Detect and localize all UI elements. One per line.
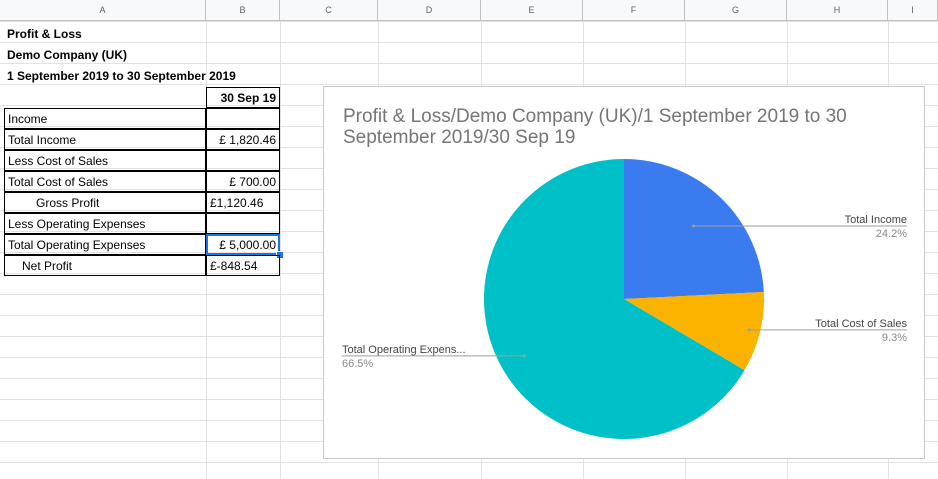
cell-header-date[interactable]: 30 Sep 19: [206, 87, 280, 108]
cell-total-income-label[interactable]: Total Income: [4, 129, 206, 150]
slice-percent-label: 9.3%: [882, 332, 907, 344]
pie-chart[interactable]: Profit & Loss/Demo Company (UK)/1 Septem…: [323, 86, 925, 459]
cell-income-value[interactable]: [206, 108, 280, 129]
slice-total-income[interactable]: [624, 159, 764, 299]
pie-chart-svg: Total Income 24.2% Total Cost of Sales 9.3%…: [342, 159, 907, 439]
cell-net-profit-label[interactable]: Net Profit: [4, 255, 206, 276]
cell-total-cos-value[interactable]: £ 700.00: [206, 171, 280, 192]
cell-period[interactable]: 1 September 2019 to 30 September 2019: [4, 66, 239, 87]
slice-label: Total Cost of Sales: [815, 318, 907, 330]
cell-gross-profit-label[interactable]: Gross Profit: [4, 192, 206, 213]
slice-label: Total Income: [845, 214, 907, 226]
cell-total-cos-label[interactable]: Total Cost of Sales: [4, 171, 206, 192]
slice-percent-label: 24.2%: [876, 228, 907, 240]
cell-less-cos[interactable]: Less Cost of Sales: [4, 150, 206, 171]
cell-company[interactable]: Demo Company (UK): [4, 45, 130, 66]
cell-total-opex-value[interactable]: £ 5,000.00: [206, 234, 280, 255]
slice-percent-label: 66.5%: [342, 358, 373, 370]
cell-title[interactable]: Profit & Loss: [4, 24, 85, 45]
cell-total-opex-label[interactable]: Total Operating Expenses: [4, 234, 206, 255]
slice-label: Total Operating Expens...: [342, 344, 466, 356]
cell-gross-profit-value[interactable]: £1,120.46: [206, 192, 280, 213]
cell-less-opex[interactable]: Less Operating Expenses: [4, 213, 206, 234]
cell-less-cos-value[interactable]: [206, 150, 280, 171]
cell-income[interactable]: Income: [4, 108, 206, 129]
cell-net-profit-value[interactable]: £-848.54: [206, 255, 280, 276]
cell-total-income-value[interactable]: £ 1,820.46: [206, 129, 280, 150]
cell-less-opex-value[interactable]: [206, 213, 280, 234]
